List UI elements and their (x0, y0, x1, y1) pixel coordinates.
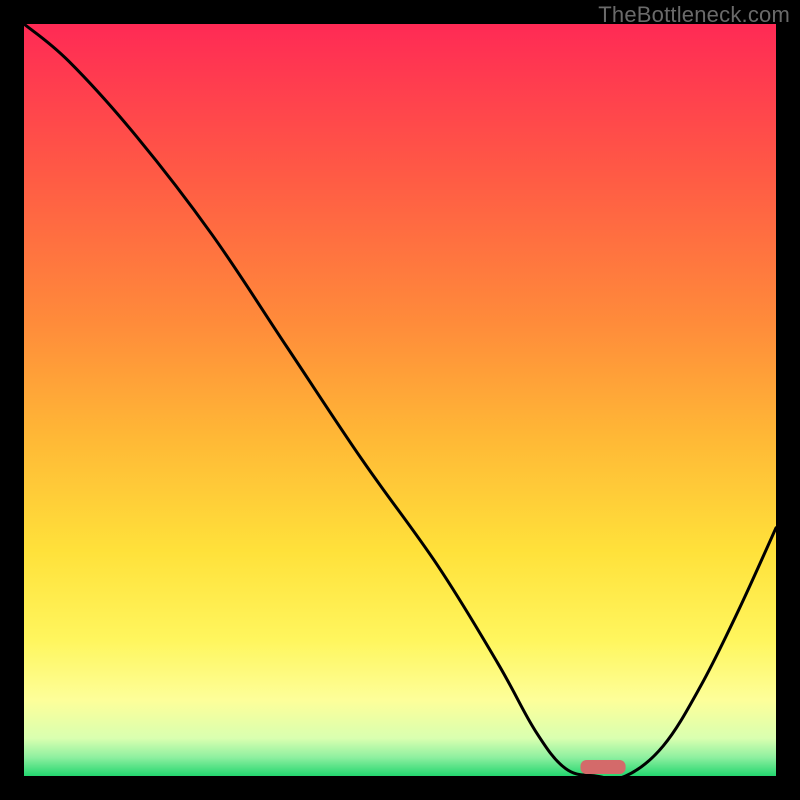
chart-frame (24, 24, 776, 776)
bottleneck-chart (24, 24, 776, 776)
watermark-text: TheBottleneck.com (598, 2, 790, 28)
optimal-marker (580, 760, 625, 774)
